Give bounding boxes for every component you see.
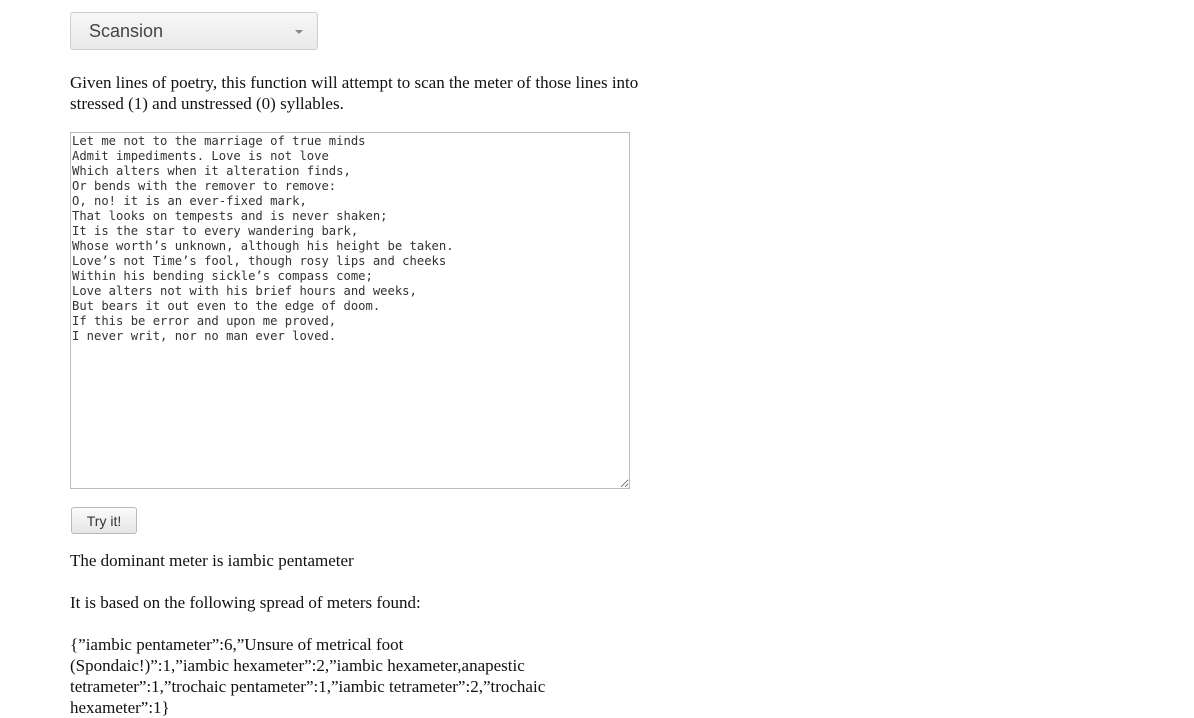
function-description: Given lines of poetry, this function wil…: [70, 73, 639, 113]
dominant-meter-text: The dominant meter is iambic pentameter: [70, 551, 354, 570]
function-select-value: Scansion: [89, 20, 164, 41]
meter-spread-output: {”iambic pentameter”:6,”Unsure of metric…: [70, 635, 546, 717]
poem-textarea[interactable]: Let me not to the marriage of true minds…: [70, 132, 630, 489]
function-select[interactable]: Scansion: [70, 12, 318, 50]
spread-intro-text: It is based on the following spread of m…: [70, 593, 421, 612]
try-it-button[interactable]: Try it!: [71, 507, 137, 534]
chevron-down-icon: [295, 30, 303, 34]
